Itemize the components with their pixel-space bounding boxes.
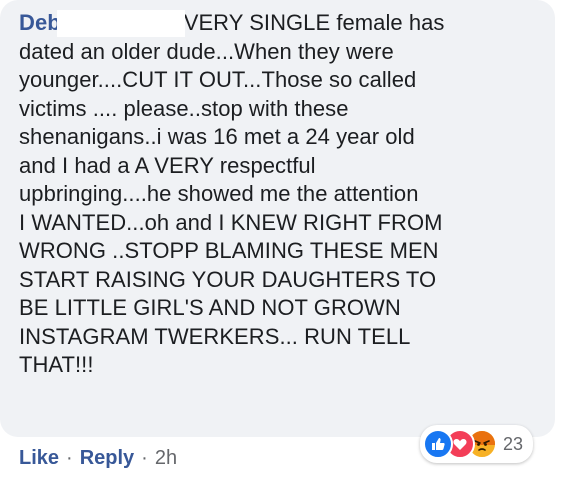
like-icon <box>423 429 453 459</box>
author-name[interactable]: Deb <box>19 10 61 35</box>
comment-body-text: dated an older dude...When they were you… <box>19 38 443 378</box>
comment-text: Deb EVERY SINGLE female has dated an olde… <box>19 9 539 380</box>
reply-button[interactable]: Reply <box>80 447 134 470</box>
comment-author[interactable]: Deb <box>19 9 185 37</box>
separator: · <box>66 447 73 469</box>
reaction-count: 23 <box>503 433 524 454</box>
comment-actions: Like · Reply · 2h <box>19 447 177 470</box>
redaction-box <box>57 10 185 37</box>
separator: · <box>141 447 148 469</box>
comment-first-line: EVERY SINGLE female has <box>169 10 445 35</box>
comment-bubble: Deb EVERY SINGLE female has dated an olde… <box>0 0 555 437</box>
timestamp[interactable]: 2h <box>155 447 177 470</box>
like-button[interactable]: Like <box>19 447 59 470</box>
reactions-summary[interactable]: 23 <box>420 425 534 463</box>
